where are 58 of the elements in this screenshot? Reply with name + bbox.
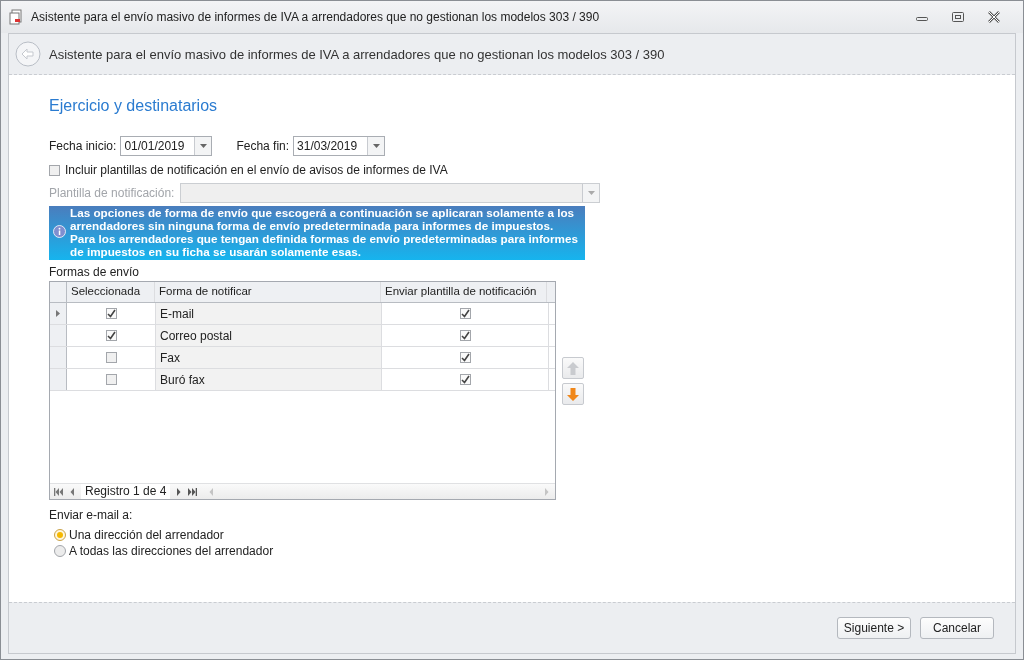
document-icon (9, 9, 25, 25)
scroll-left-icon[interactable] (209, 487, 215, 496)
table-cell: Correo postal (156, 325, 382, 346)
wizard-button[interactable]: Cancelar (920, 617, 994, 639)
record-counter: Registro 1 de 4 (81, 484, 171, 499)
row-indicator[interactable] (50, 325, 67, 346)
table-cell: Buró fax (156, 369, 382, 390)
checkbox[interactable] (105, 308, 117, 319)
row-indicator[interactable] (50, 369, 67, 390)
first-record-icon[interactable] (54, 487, 64, 496)
move-up-button[interactable] (562, 357, 584, 379)
dropdown-icon (587, 191, 595, 195)
scroll-right-icon[interactable] (544, 487, 549, 496)
checkbox[interactable] (49, 164, 60, 176)
dropdown-icon (199, 144, 207, 148)
maximize-icon[interactable] (951, 11, 965, 23)
table-cell: Fax (156, 347, 382, 368)
radio-group-label: Enviar e-mail a: (49, 508, 134, 522)
date-field[interactable]: 01/01/2019 (120, 136, 213, 156)
radio-label: Una dirección del arrendador (69, 528, 224, 542)
radio-button[interactable] (54, 529, 66, 541)
info-icon (53, 225, 66, 238)
table-cell: E-mail (156, 303, 382, 324)
grid-label: Formas de envío (49, 265, 141, 279)
wizard-title: Asistente para el envío masivo de informes de IVA a arrendadores que no gestionan los modelos 303 / 390 (49, 46, 665, 62)
column-header[interactable]: Forma de notificar (155, 282, 381, 302)
checkbox[interactable] (459, 330, 471, 341)
up-arrow-icon (567, 361, 579, 375)
wizard-button[interactable]: Siguiente > (837, 617, 911, 639)
close-icon[interactable] (987, 11, 1001, 23)
field-label: Plantilla de notificación: (49, 186, 175, 200)
radio-button[interactable] (54, 545, 66, 557)
move-down-button[interactable] (562, 383, 584, 405)
dropdown-icon (372, 144, 380, 148)
window-title: Asistente para el envío masivo de informes de IVA a arrendadores que no gestionan los modelos 303 / 390 (31, 10, 600, 24)
date-field[interactable]: 31/03/2019 (293, 136, 386, 156)
info-message: Las opciones de forma de envío que escogerá a continuación se aplicaran solamente a los arrendadores sin ninguna forma de envío predeterminada para informes de impuestos. Para los arrendadores que tengan definida formas de envío predeterminadas para informes de impuestos en su ficha se usarán solamente esas. (70, 206, 579, 258)
down-arrow-icon (567, 387, 579, 401)
column-header[interactable]: Seleccionada (67, 282, 155, 302)
field-label: Fecha fin: (236, 139, 290, 153)
checkbox[interactable] (105, 330, 117, 341)
field-label: Fecha inicio: (49, 139, 117, 153)
section-title: Ejercicio y destinatarios (49, 97, 219, 115)
row-indicator[interactable] (50, 347, 67, 368)
checkbox[interactable] (105, 374, 117, 385)
row-indicator[interactable] (50, 303, 67, 324)
checkbox[interactable] (459, 352, 471, 363)
checkbox[interactable] (459, 308, 471, 319)
previous-record-icon[interactable] (70, 487, 75, 496)
template-dropdown[interactable] (180, 183, 601, 203)
checkbox[interactable] (459, 374, 471, 385)
back-icon[interactable] (15, 41, 41, 67)
last-record-icon[interactable] (187, 487, 198, 496)
column-header[interactable]: Enviar plantilla de notificación (381, 282, 547, 302)
checkbox[interactable] (105, 352, 117, 363)
next-record-icon[interactable] (176, 487, 182, 496)
radio-label: A todas las direcciones del arrendador (69, 544, 274, 558)
checkbox-label: Incluir plantillas de notificación en el envío de avisos de informes de IVA (65, 163, 448, 177)
